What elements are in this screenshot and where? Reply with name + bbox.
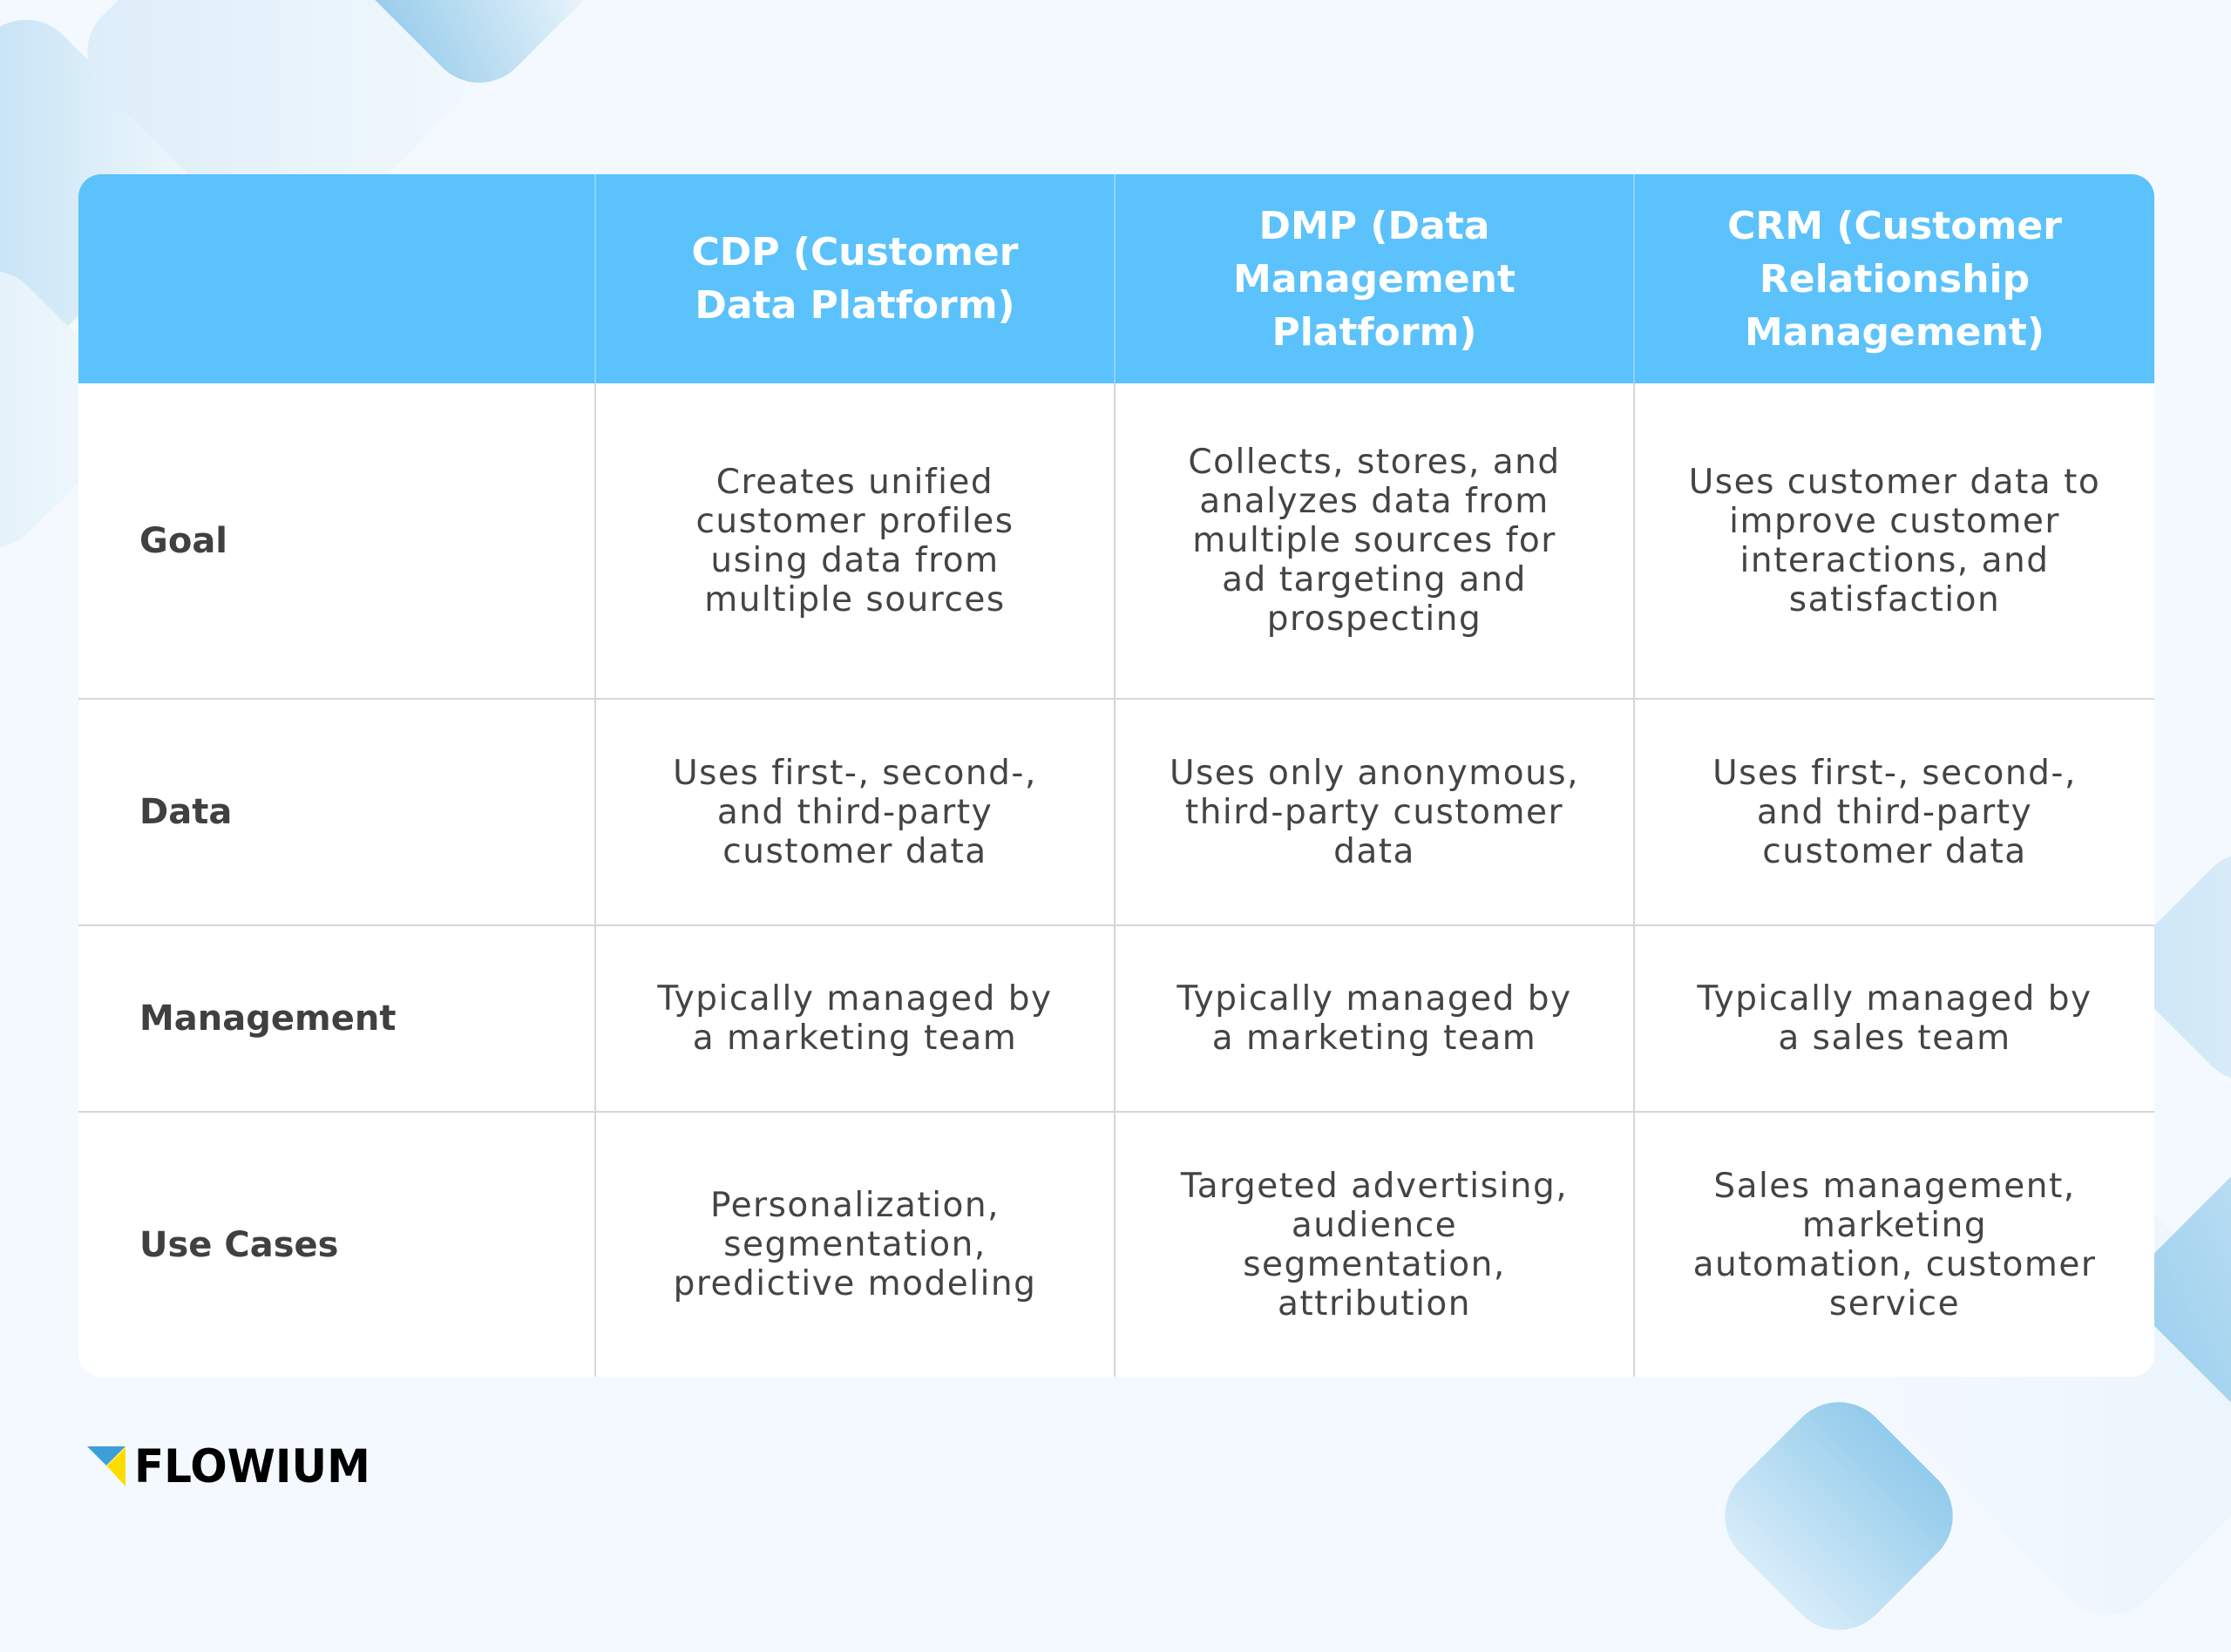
table-cell: Typically managed by a marketing team	[596, 926, 1116, 1113]
comparison-table: CDP (Customer Data Platform) DMP (Data M…	[78, 174, 2154, 1377]
row-label-use-cases: Use Cases	[78, 1113, 596, 1377]
header-cell-cdp: CDP (Customer Data Platform)	[596, 174, 1116, 383]
table-cell: Uses first-, second-, and third-party cu…	[596, 700, 1116, 926]
flowium-logo: FLOWIUM	[87, 1439, 370, 1493]
table-cell: Sales management, marketing automation, …	[1692, 1166, 2097, 1324]
table-cell: Typically managed by a marketing team	[1116, 926, 1635, 1113]
header-cell-crm: CRM (Customer Relationship Management)	[1635, 174, 2154, 383]
table-cell: Targeted advertising, audience segmentat…	[1116, 1113, 1635, 1377]
header-cell-dmp: DMP (Data Management Platform)	[1116, 174, 1635, 383]
row-label-data: Data	[78, 700, 596, 926]
flowium-triangle-logo-icon	[87, 1446, 132, 1486]
table-cell: Typically managed by a sales team	[1635, 926, 2154, 1113]
table-cell: Creates unified customer profiles using …	[596, 383, 1116, 700]
header-cell-empty	[78, 174, 596, 383]
table-cell: Uses only anonymous, third-party custome…	[1116, 700, 1635, 926]
table-cell: Collects, stores, and analyzes data from…	[1116, 383, 1635, 700]
logo-text: FLOWIUM	[134, 1439, 370, 1493]
table-cell: Uses customer data to improve customer i…	[1635, 383, 2154, 700]
table-cell: Personalization, segmentation, predictiv…	[596, 1113, 1116, 1377]
row-label-management: Management	[78, 926, 596, 1113]
table-cell: Uses first-, second-, and third-party cu…	[1635, 700, 2154, 926]
row-label-goal: Goal	[78, 383, 596, 700]
